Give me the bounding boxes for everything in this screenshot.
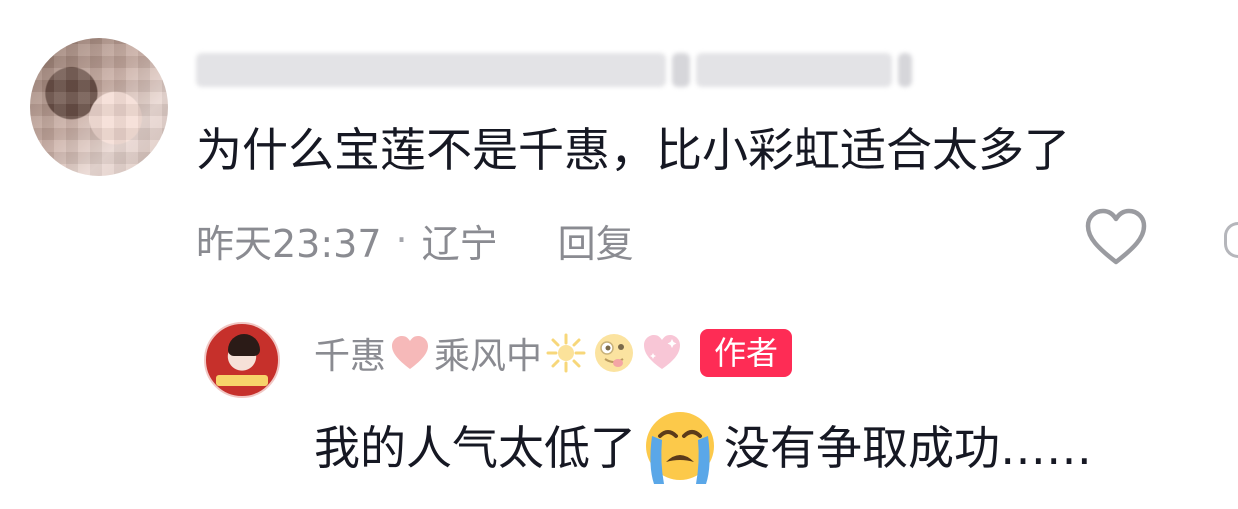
comment-location: 辽宁 (421, 221, 498, 266)
pink-heart-icon (388, 331, 432, 375)
commenter-avatar[interactable] (30, 38, 168, 176)
reply-text-after: 没有争取成功…… (724, 421, 1092, 475)
reply-text: 我的人气太低了 没有争取成功…… (314, 406, 1092, 490)
author-badge: 作者 (700, 329, 793, 377)
comment-time: 昨天23:37 (196, 221, 382, 266)
commenter-name-blurred[interactable] (196, 42, 936, 98)
sparkling-heart-icon (640, 331, 684, 375)
zany-face-icon (592, 331, 636, 375)
comment-meta: 昨天23:37 · 辽宁 回复 (196, 210, 634, 270)
loudly-crying-face-icon (638, 406, 722, 490)
heart-outline-icon[interactable] (1084, 208, 1148, 268)
reply-text-before: 我的人气太低了 (314, 421, 636, 475)
meta-separator: · (395, 218, 408, 262)
author-name-row[interactable]: 千惠 乘风中 作者 (314, 322, 793, 384)
comment-text: 为什么宝莲不是千惠，比小彩虹适合太多了 (196, 123, 1070, 177)
author-name-part1: 千惠 (314, 336, 387, 377)
reply-button[interactable]: 回复 (558, 213, 634, 268)
author-avatar[interactable] (204, 322, 280, 398)
glowing-star-icon (544, 331, 588, 375)
edge-partial-icon[interactable] (1224, 222, 1238, 258)
author-name-part2: 乘风中 (434, 336, 543, 377)
